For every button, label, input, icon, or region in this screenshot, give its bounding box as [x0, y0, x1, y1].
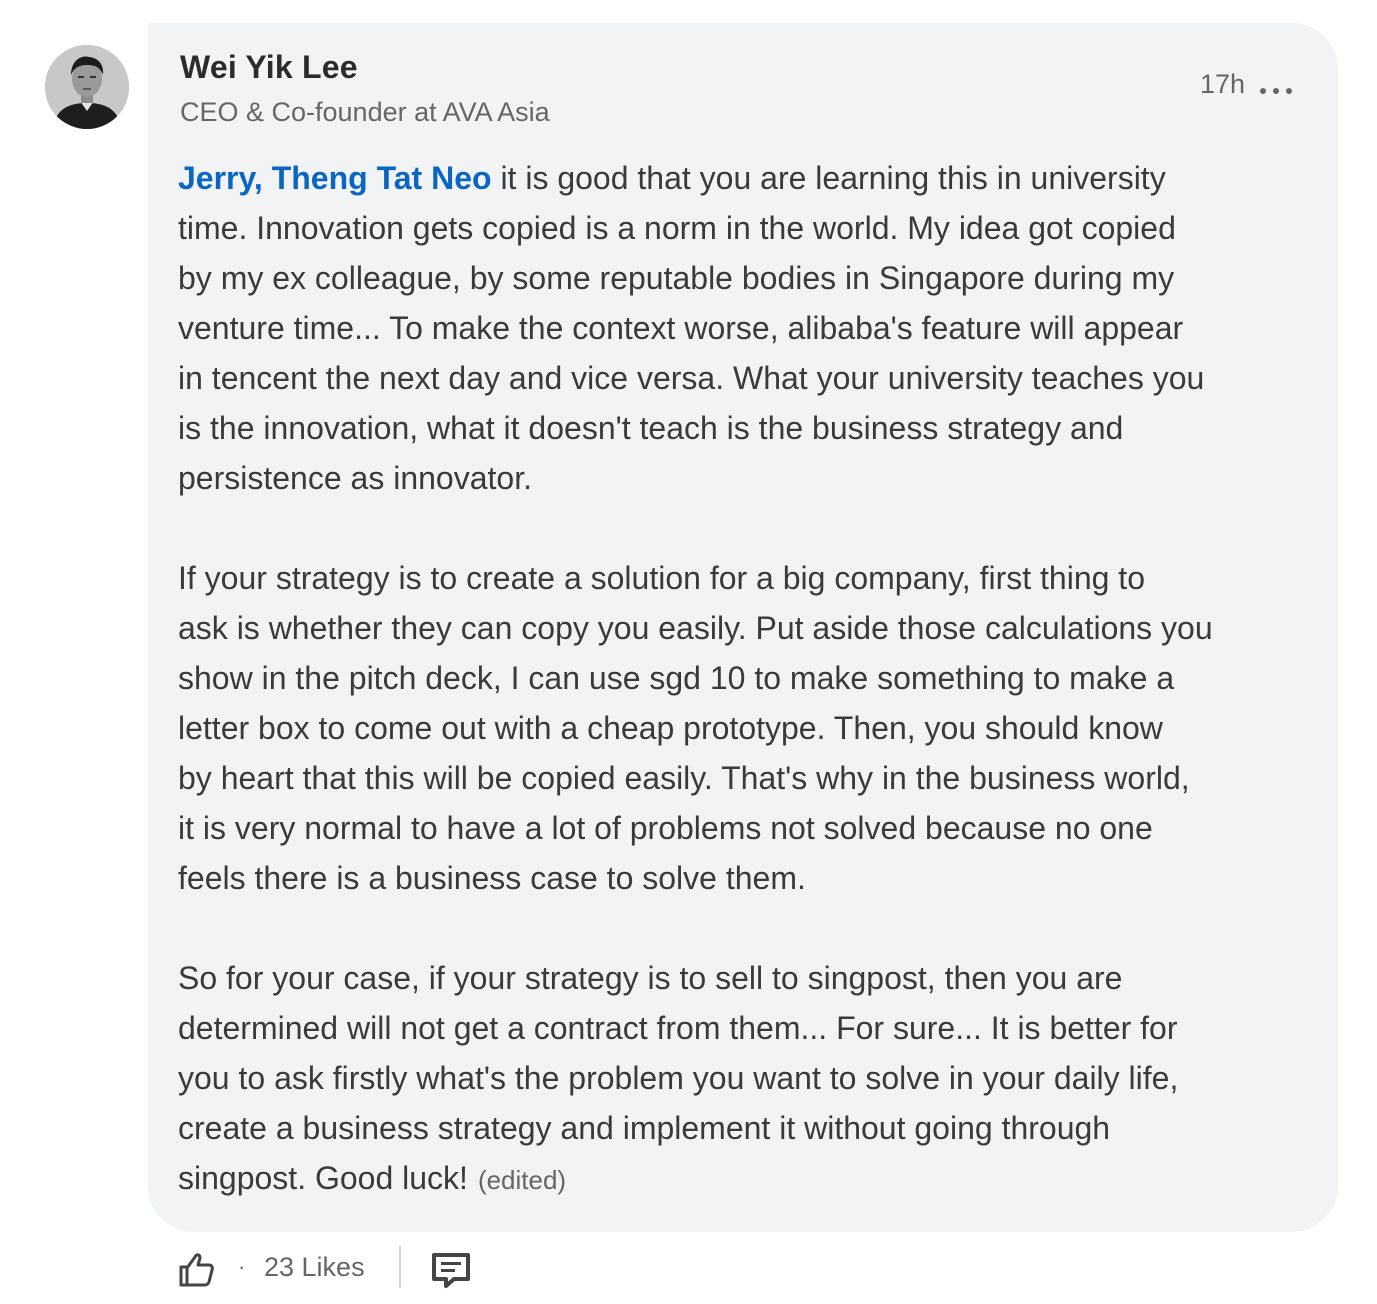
comment-line: ask is whether they can copy you easily.… [178, 610, 1213, 646]
comment-line: If your strategy is to create a solution… [178, 560, 1145, 596]
reply-comment-icon[interactable] [430, 1250, 472, 1290]
comment-line: singpost. Good luck! (edited) [178, 1153, 1303, 1205]
comment-line: determined will not get a contract from … [178, 1010, 1178, 1046]
comment-line-text: singpost. Good luck! [178, 1160, 468, 1196]
comment-line: feels there is a business case to solve … [178, 860, 806, 896]
edited-label: (edited) [477, 1165, 567, 1195]
comment-line: by my ex colleague, by some reputable bo… [178, 260, 1175, 296]
mention-link[interactable]: Jerry, Theng Tat Neo [178, 160, 492, 196]
comment-line: Jerry, Theng Tat Neo it is good that you… [178, 153, 1303, 203]
author-avatar[interactable] [45, 45, 129, 129]
comment-line: venture time... To make the context wors… [178, 310, 1184, 346]
more-options-icon[interactable] [1256, 71, 1296, 107]
comment-line: by heart that this will be copied easily… [178, 760, 1190, 796]
comment-line: is the innovation, what it doesn't teach… [178, 410, 1124, 446]
comment-actions: · 23 Likes [176, 1242, 496, 1294]
comment-text: Jerry, Theng Tat Neo it is good that you… [178, 153, 1303, 1205]
likes-count[interactable]: 23 Likes [264, 1252, 365, 1283]
author-name[interactable]: Wei Yik Lee [180, 49, 358, 86]
comment-line: show in the pitch deck, I can use sgd 10… [178, 660, 1175, 696]
comment-timestamp: 17h [1200, 69, 1246, 99]
comment-bubble: Wei Yik Lee CEO & Co-founder at AVA Asia… [148, 23, 1338, 1232]
avatar-photo [45, 45, 129, 129]
author-headline: CEO & Co-founder at AVA Asia [180, 97, 550, 127]
comment-line: So for your case, if your strategy is to… [178, 960, 1123, 996]
comment-line: you to ask firstly what's the problem yo… [178, 1060, 1179, 1096]
comment-line: create a business strategy and implement… [178, 1110, 1111, 1146]
actions-divider [399, 1246, 401, 1288]
comment-line-text: it is good that you are learning this in… [491, 160, 1166, 196]
comment-line: it is very normal to have a lot of probl… [178, 810, 1153, 846]
comment-line: persistence as innovator. [178, 460, 532, 496]
comment-line: letter box to come out with a cheap prot… [178, 710, 1163, 746]
like-thumb-icon[interactable] [176, 1248, 218, 1290]
comment-line: time. Innovation gets copied is a norm i… [178, 210, 1176, 246]
comment-line: in tencent the next day and vice versa. … [178, 360, 1205, 396]
separator-dot: · [238, 1254, 246, 1279]
